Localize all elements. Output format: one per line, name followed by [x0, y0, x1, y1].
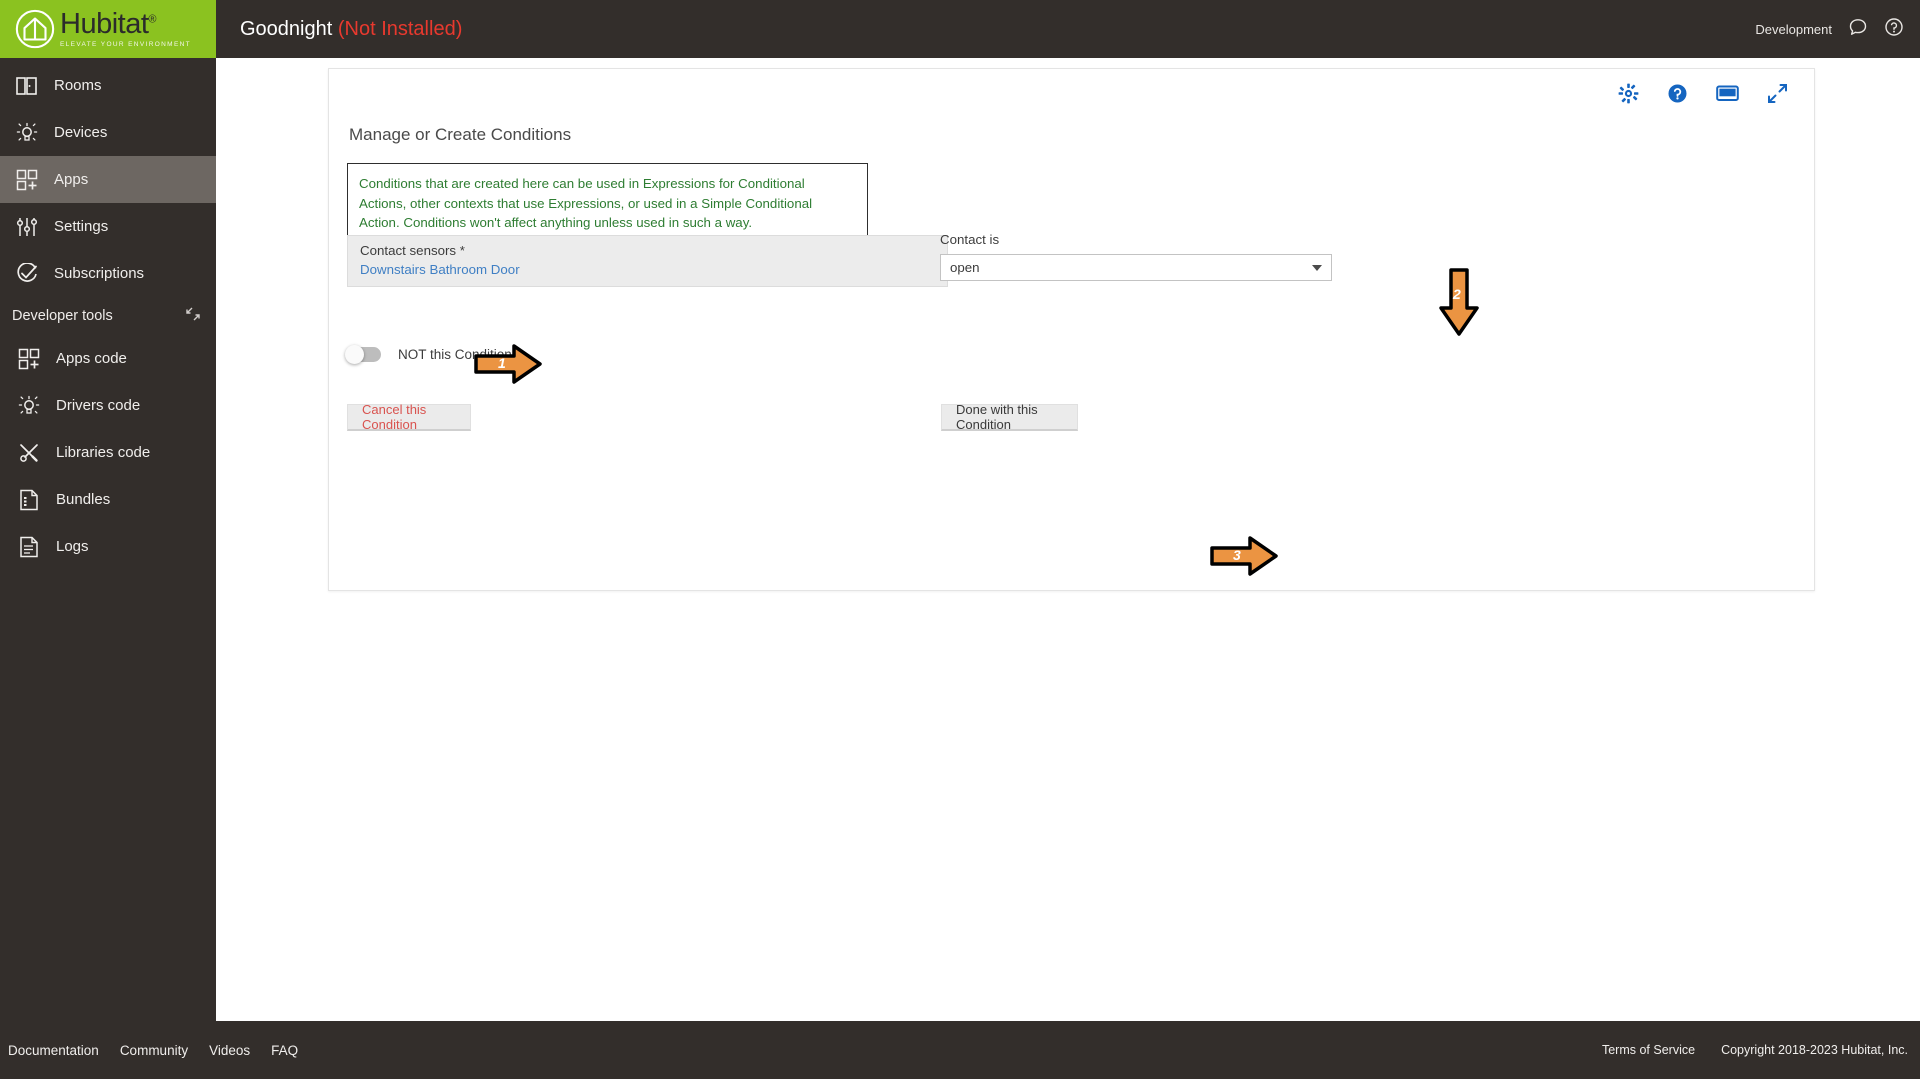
sidebar-item-label: Rooms — [54, 77, 102, 94]
contact-is-label: Contact is — [940, 232, 1000, 247]
contact-sensors-label: Contact sensors * — [360, 243, 465, 258]
hubitat-house-icon — [15, 9, 55, 49]
footer-link-videos[interactable]: Videos — [209, 1043, 250, 1058]
sidebar-item-label: Logs — [56, 538, 89, 555]
page-title: Goodnight (Not Installed) — [240, 18, 462, 41]
sidebar-item-apps-code[interactable]: Apps code — [0, 335, 216, 382]
annotation-number: 3 — [1233, 547, 1241, 563]
condition-editor-card: Manage or Create Conditions Conditions t… — [328, 68, 1815, 591]
sidebar-item-drivers-code[interactable]: Drivers code — [0, 382, 216, 429]
chevron-down-icon — [1312, 264, 1322, 271]
logs-doc-icon — [16, 534, 42, 560]
chat-bubble-icon[interactable] — [1848, 17, 1868, 42]
footer-legal: Terms of Service Copyright 2018-2023 Hub… — [1602, 1043, 1908, 1057]
contact-is-group: Contact is open — [940, 232, 1332, 281]
sidebar-item-libraries-code[interactable]: Libraries code — [0, 429, 216, 476]
annotation-arrow-1: 1 — [474, 343, 542, 385]
sidebar-item-devices[interactable]: Devices — [0, 109, 216, 156]
toggle-knob — [345, 345, 364, 364]
footer-link-community[interactable]: Community — [120, 1043, 188, 1058]
tools-icon — [16, 440, 42, 466]
apps-grid-icon — [14, 167, 40, 193]
not-condition-toggle[interactable] — [345, 345, 381, 364]
section-heading: Manage or Create Conditions — [349, 125, 572, 144]
logo-wordmark: Hubitat® — [60, 8, 156, 40]
done-with-this-condition-button[interactable]: Done with this Condition — [941, 402, 1078, 432]
sidebar-item-rooms[interactable]: Rooms — [0, 62, 216, 109]
info-callout: Conditions that are created here can be … — [347, 163, 868, 246]
app-name: Goodnight — [240, 17, 333, 40]
card-toolbar — [1618, 83, 1788, 109]
contact-is-select[interactable]: open — [940, 254, 1332, 281]
annotation-number: 1 — [498, 355, 506, 371]
sidebar-item-label: Apps — [54, 171, 89, 188]
topbar: Goodnight (Not Installed) Development — [216, 0, 1920, 58]
sidebar: Hubitat® ELEVATE YOUR ENVIRONMENT Rooms — [0, 0, 216, 1079]
mode-label: Development — [1755, 21, 1832, 37]
sidebar-item-settings[interactable]: Settings — [0, 203, 216, 250]
footer-link-terms[interactable]: Terms of Service — [1602, 1043, 1695, 1057]
developer-tools-label: Developer tools — [12, 308, 113, 324]
info-callout-text: Conditions that are created here can be … — [359, 176, 813, 231]
sidebar-item-label: Subscriptions — [54, 265, 145, 282]
contact-is-selected-value: open — [950, 260, 980, 275]
bundle-doc-icon — [16, 487, 42, 513]
app-install-status: (Not Installed) — [337, 17, 463, 40]
device-bulb-icon — [14, 120, 40, 146]
screen-icon[interactable] — [1716, 84, 1739, 108]
sidebar-item-label: Settings — [54, 218, 109, 235]
gear-icon[interactable] — [1618, 83, 1639, 109]
contact-sensors-field[interactable]: Contact sensors * Downstairs Bathroom Do… — [347, 235, 948, 287]
cancel-this-condition-button[interactable]: Cancel this Condition — [347, 402, 471, 432]
sidebar-item-label: Apps code — [56, 350, 127, 367]
sidebar-item-logs[interactable]: Logs — [0, 523, 216, 570]
sidebar-item-label: Libraries code — [56, 444, 151, 461]
developer-tools-nav: Apps code Drivers code Libraries code Bu… — [0, 335, 216, 570]
sidebar-item-label: Bundles — [56, 491, 111, 508]
primary-nav: Rooms Devices Apps Settings Subscription… — [0, 58, 216, 297]
check-circle-icon — [14, 261, 40, 287]
sidebar-item-bundles[interactable]: Bundles — [0, 476, 216, 523]
sidebar-item-label: Drivers code — [56, 397, 141, 414]
contact-sensors-value[interactable]: Downstairs Bathroom Door — [360, 260, 935, 279]
footer-copyright: Copyright 2018-2023 Hubitat, Inc. — [1721, 1043, 1908, 1057]
expand-icon[interactable] — [1767, 83, 1788, 109]
hubitat-app-window: Hubitat® ELEVATE YOUR ENVIRONMENT Rooms — [0, 0, 1920, 1079]
annotation-number: 2 — [1453, 286, 1461, 302]
sidebar-item-apps[interactable]: Apps — [0, 156, 216, 203]
logo-tagline: ELEVATE YOUR ENVIRONMENT — [60, 41, 192, 48]
help-icon[interactable] — [1667, 83, 1688, 109]
main-content: Manage or Create Conditions Conditions t… — [216, 58, 1920, 1021]
collapse-icon[interactable] — [186, 307, 200, 325]
hubitat-logo[interactable]: Hubitat® ELEVATE YOUR ENVIRONMENT — [0, 0, 216, 58]
apps-grid-icon — [16, 346, 42, 372]
topbar-actions: Development — [1755, 17, 1904, 42]
annotation-arrow-2: 2 — [1438, 268, 1480, 336]
annotation-arrow-3: 3 — [1210, 535, 1278, 577]
rooms-icon — [14, 73, 40, 99]
sidebar-item-label: Devices — [54, 124, 108, 141]
sliders-icon — [14, 214, 40, 240]
sidebar-item-subscriptions[interactable]: Subscriptions — [0, 250, 216, 297]
help-circle-icon[interactable] — [1884, 17, 1904, 42]
device-bulb-icon — [16, 393, 42, 419]
footer-link-faq[interactable]: FAQ — [271, 1043, 298, 1058]
footer-link-documentation[interactable]: Documentation — [8, 1043, 99, 1058]
footer-links: Documentation Community Videos FAQ — [8, 1043, 298, 1058]
footer: Documentation Community Videos FAQ Terms… — [0, 1021, 1920, 1079]
developer-tools-section[interactable]: Developer tools — [0, 297, 216, 335]
